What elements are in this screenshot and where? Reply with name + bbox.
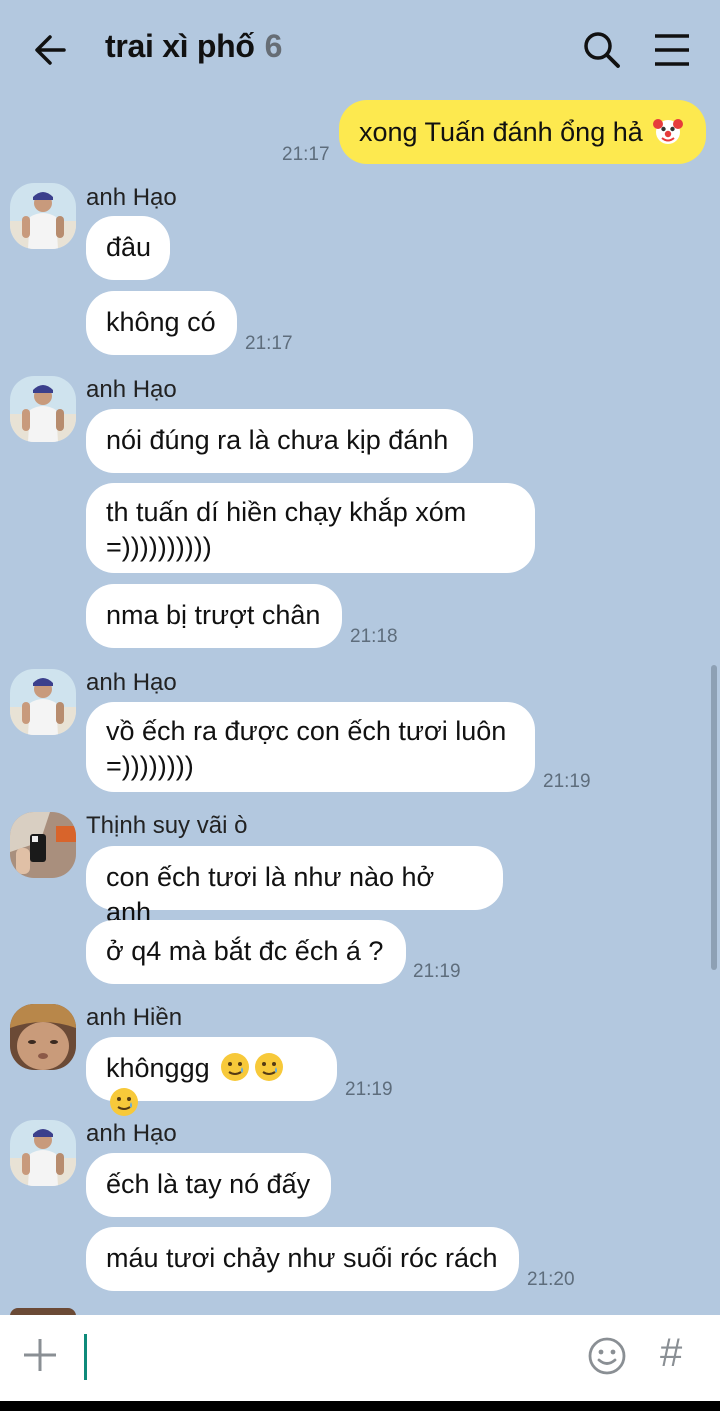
message-text: th tuấn dí hiền chạy khắp xóm (106, 497, 467, 527)
smiling-face-with-tear-icon (221, 1053, 250, 1081)
message-time: 21:19 (543, 771, 591, 792)
message-text: ếch là tay nó đấy (106, 1169, 311, 1199)
smiling-face-with-tear-icon (255, 1053, 284, 1081)
message-time: 21:17 (245, 333, 293, 354)
system-nav-bar (0, 1401, 720, 1411)
search-icon[interactable] (580, 28, 624, 72)
avatar[interactable] (10, 183, 76, 249)
chat-header: trai xì phố 6 (0, 0, 720, 100)
message-bubble[interactable]: không có (86, 291, 237, 355)
message-input-bar: # (0, 1315, 720, 1401)
message-bubble[interactable]: con ếch tươi là như nào hở anh (86, 846, 503, 927)
message-text: con ếch tươi là như nào hở anh (106, 862, 435, 927)
avatar[interactable] (10, 1120, 76, 1186)
chat-name: trai xì phố (105, 28, 255, 64)
sender-name: anh Hạo (86, 376, 177, 403)
message-text: không có (106, 307, 216, 337)
message-time: 21:17 (282, 144, 330, 165)
menu-icon[interactable] (650, 28, 694, 72)
message-bubble[interactable]: đâu (86, 216, 170, 280)
message-bubble[interactable]: ếch là tay nó đấy (86, 1153, 331, 1217)
message-time: 21:20 (527, 1269, 575, 1290)
message-text: đâu (106, 232, 152, 262)
message-text: khônggg (106, 1053, 210, 1083)
my-message-bubble[interactable]: xong Tuấn đánh ổng hả (339, 100, 706, 164)
smiley-icon[interactable] (586, 1335, 628, 1377)
hash-icon[interactable]: # (660, 1331, 682, 1376)
member-count: 6 (264, 28, 283, 64)
sender-name: anh Hiền (86, 1004, 183, 1031)
message-bubble[interactable]: nói đúng ra là chưa kịp đánh (86, 409, 473, 473)
arrow-left-icon[interactable] (30, 28, 70, 72)
message-input[interactable] (84, 1334, 87, 1380)
message-text: =)))))))) (106, 751, 194, 781)
message-time: 21:19 (345, 1079, 393, 1100)
sender-name: anh Hạo (86, 184, 177, 211)
clown-face-icon (653, 119, 684, 144)
message-bubble[interactable]: khônggg (86, 1037, 337, 1116)
avatar[interactable] (10, 812, 76, 878)
message-time: 21:18 (350, 626, 398, 647)
message-bubble[interactable]: th tuấn dí hiền chạy khắp xóm =)))))))))… (86, 483, 535, 573)
message-text: xong Tuấn đánh ổng hả (359, 117, 643, 147)
sender-name: anh Hạo (86, 669, 177, 696)
avatar[interactable] (10, 376, 76, 442)
message-bubble[interactable]: vồ ếch ra được con ếch tươi luôn =))))))… (86, 702, 535, 792)
message-text: máu tươi chảy như suối róc rách (106, 1243, 498, 1273)
message-bubble[interactable]: ở q4 mà bắt đc ếch á ? (86, 920, 406, 984)
sender-name: anh Hạo (86, 1120, 177, 1147)
message-text: nma bị trượt chân (106, 600, 321, 630)
message-text: vồ ếch ra được con ếch tươi luôn (106, 716, 507, 746)
message-bubble[interactable]: nma bị trượt chân (86, 584, 342, 648)
message-text: nói đúng ra là chưa kịp đánh (106, 425, 449, 455)
scrollbar[interactable] (711, 665, 717, 970)
smiling-face-with-tear-icon (110, 1088, 138, 1116)
message-bubble[interactable]: máu tươi chảy như suối róc rách (86, 1227, 519, 1291)
sender-name: Thịnh suy vãi ò (86, 812, 248, 839)
message-time: 21:19 (413, 961, 461, 982)
message-text: ở q4 mà bắt đc ếch á ? (106, 936, 384, 966)
avatar[interactable] (10, 669, 76, 735)
message-text: =)))))))))) (106, 532, 212, 562)
avatar[interactable] (10, 1004, 76, 1070)
chat-title: trai xì phố 6 (105, 28, 282, 65)
plus-icon[interactable] (18, 1333, 62, 1377)
